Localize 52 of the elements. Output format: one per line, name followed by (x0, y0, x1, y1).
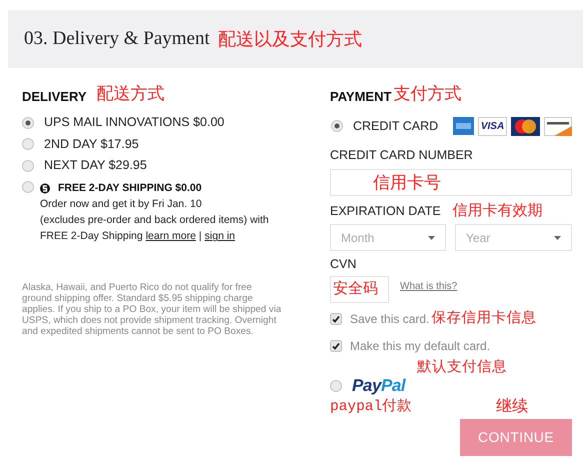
option-description: Order now and get it by Fri Jan. 10 (40, 197, 203, 212)
radio-button[interactable] (22, 138, 34, 150)
annotation-text: paypal付款 (330, 398, 412, 418)
text-link[interactable]: sign in (204, 228, 236, 244)
annotation-text: 继续 (496, 398, 528, 415)
link-separator: | (198, 229, 202, 244)
radio-button[interactable] (331, 120, 343, 132)
option-label: 2ND DAY $17.95 (44, 136, 139, 153)
card-number-field[interactable]: 信用卡号 (330, 168, 572, 196)
section-heading: DELIVERY (22, 88, 87, 106)
text-link[interactable]: learn more (146, 228, 196, 244)
annotation-text: 默认支付信息 (417, 359, 507, 375)
cvn-field[interactable]: 安全码 (330, 276, 389, 303)
shipping-logo-icon (40, 182, 50, 194)
shipping-disclaimer: Alaska, Hawaii, and Puerto Rico do not qualify for free ground shipping offer. Standard $5.95 shipping charge applies. If you ship to a PO Box, your item will be shipped via USPS, which does not provide shipment tracking. Overnight and expedited shipments cannot be sent to PO Boxes. (22, 282, 282, 338)
caret-icon (428, 236, 435, 240)
annotation-text: 配送以及支付方式 (218, 28, 362, 50)
checkbox[interactable] (330, 340, 342, 352)
annotation-text: 配送方式 (96, 82, 165, 104)
option-label: FREE 2-DAY SHIPPING $0.00 (58, 180, 202, 196)
checkbox[interactable] (330, 312, 342, 324)
select-dropdown[interactable]: Month (330, 224, 446, 252)
card-logo-icon (511, 116, 540, 136)
radio-button[interactable] (22, 180, 34, 192)
radio-button[interactable] (330, 380, 342, 392)
option-label: NEXT DAY $29.95 (44, 157, 147, 174)
option-label: UPS MAIL INNOVATIONS $0.00 (44, 114, 224, 132)
caret-icon (554, 236, 561, 240)
annotation-text: 信用卡号 (373, 172, 441, 194)
radio-button[interactable] (22, 116, 34, 129)
annotation-text: 支付方式 (393, 82, 462, 104)
section-heading: PAYMENT (330, 88, 392, 106)
annotation-text: 保存信用卡信息 (431, 308, 536, 328)
card-logo: VISA (478, 116, 507, 136)
annotation-text: 信用卡有效期 (452, 200, 543, 221)
section-title: 03. Delivery & Payment (24, 26, 210, 51)
field-label: CVN (330, 256, 358, 274)
checkbox-label: Make this my default card. (350, 338, 490, 354)
card-logo-icon (453, 116, 474, 134)
radio-button[interactable] (22, 160, 34, 172)
option-description: FREE 2-Day Shipping (40, 229, 143, 244)
select-dropdown[interactable]: Year (455, 224, 572, 252)
option-description: (excludes pre-order and back ordered items) with (40, 213, 269, 228)
field-label: EXPIRATION DATE (330, 202, 441, 220)
field-label: CREDIT CARD NUMBER (330, 147, 474, 164)
annotation-text: 安全码 (333, 279, 378, 300)
paypal-logo: PayPal (352, 375, 406, 398)
card-logo-icon (544, 116, 572, 136)
help-link[interactable]: What is this? (400, 279, 458, 294)
option-label: CREDIT CARD (353, 118, 438, 135)
checkbox-label: Save this card. (350, 310, 430, 328)
continue-button[interactable]: CONTINUE (460, 419, 572, 456)
